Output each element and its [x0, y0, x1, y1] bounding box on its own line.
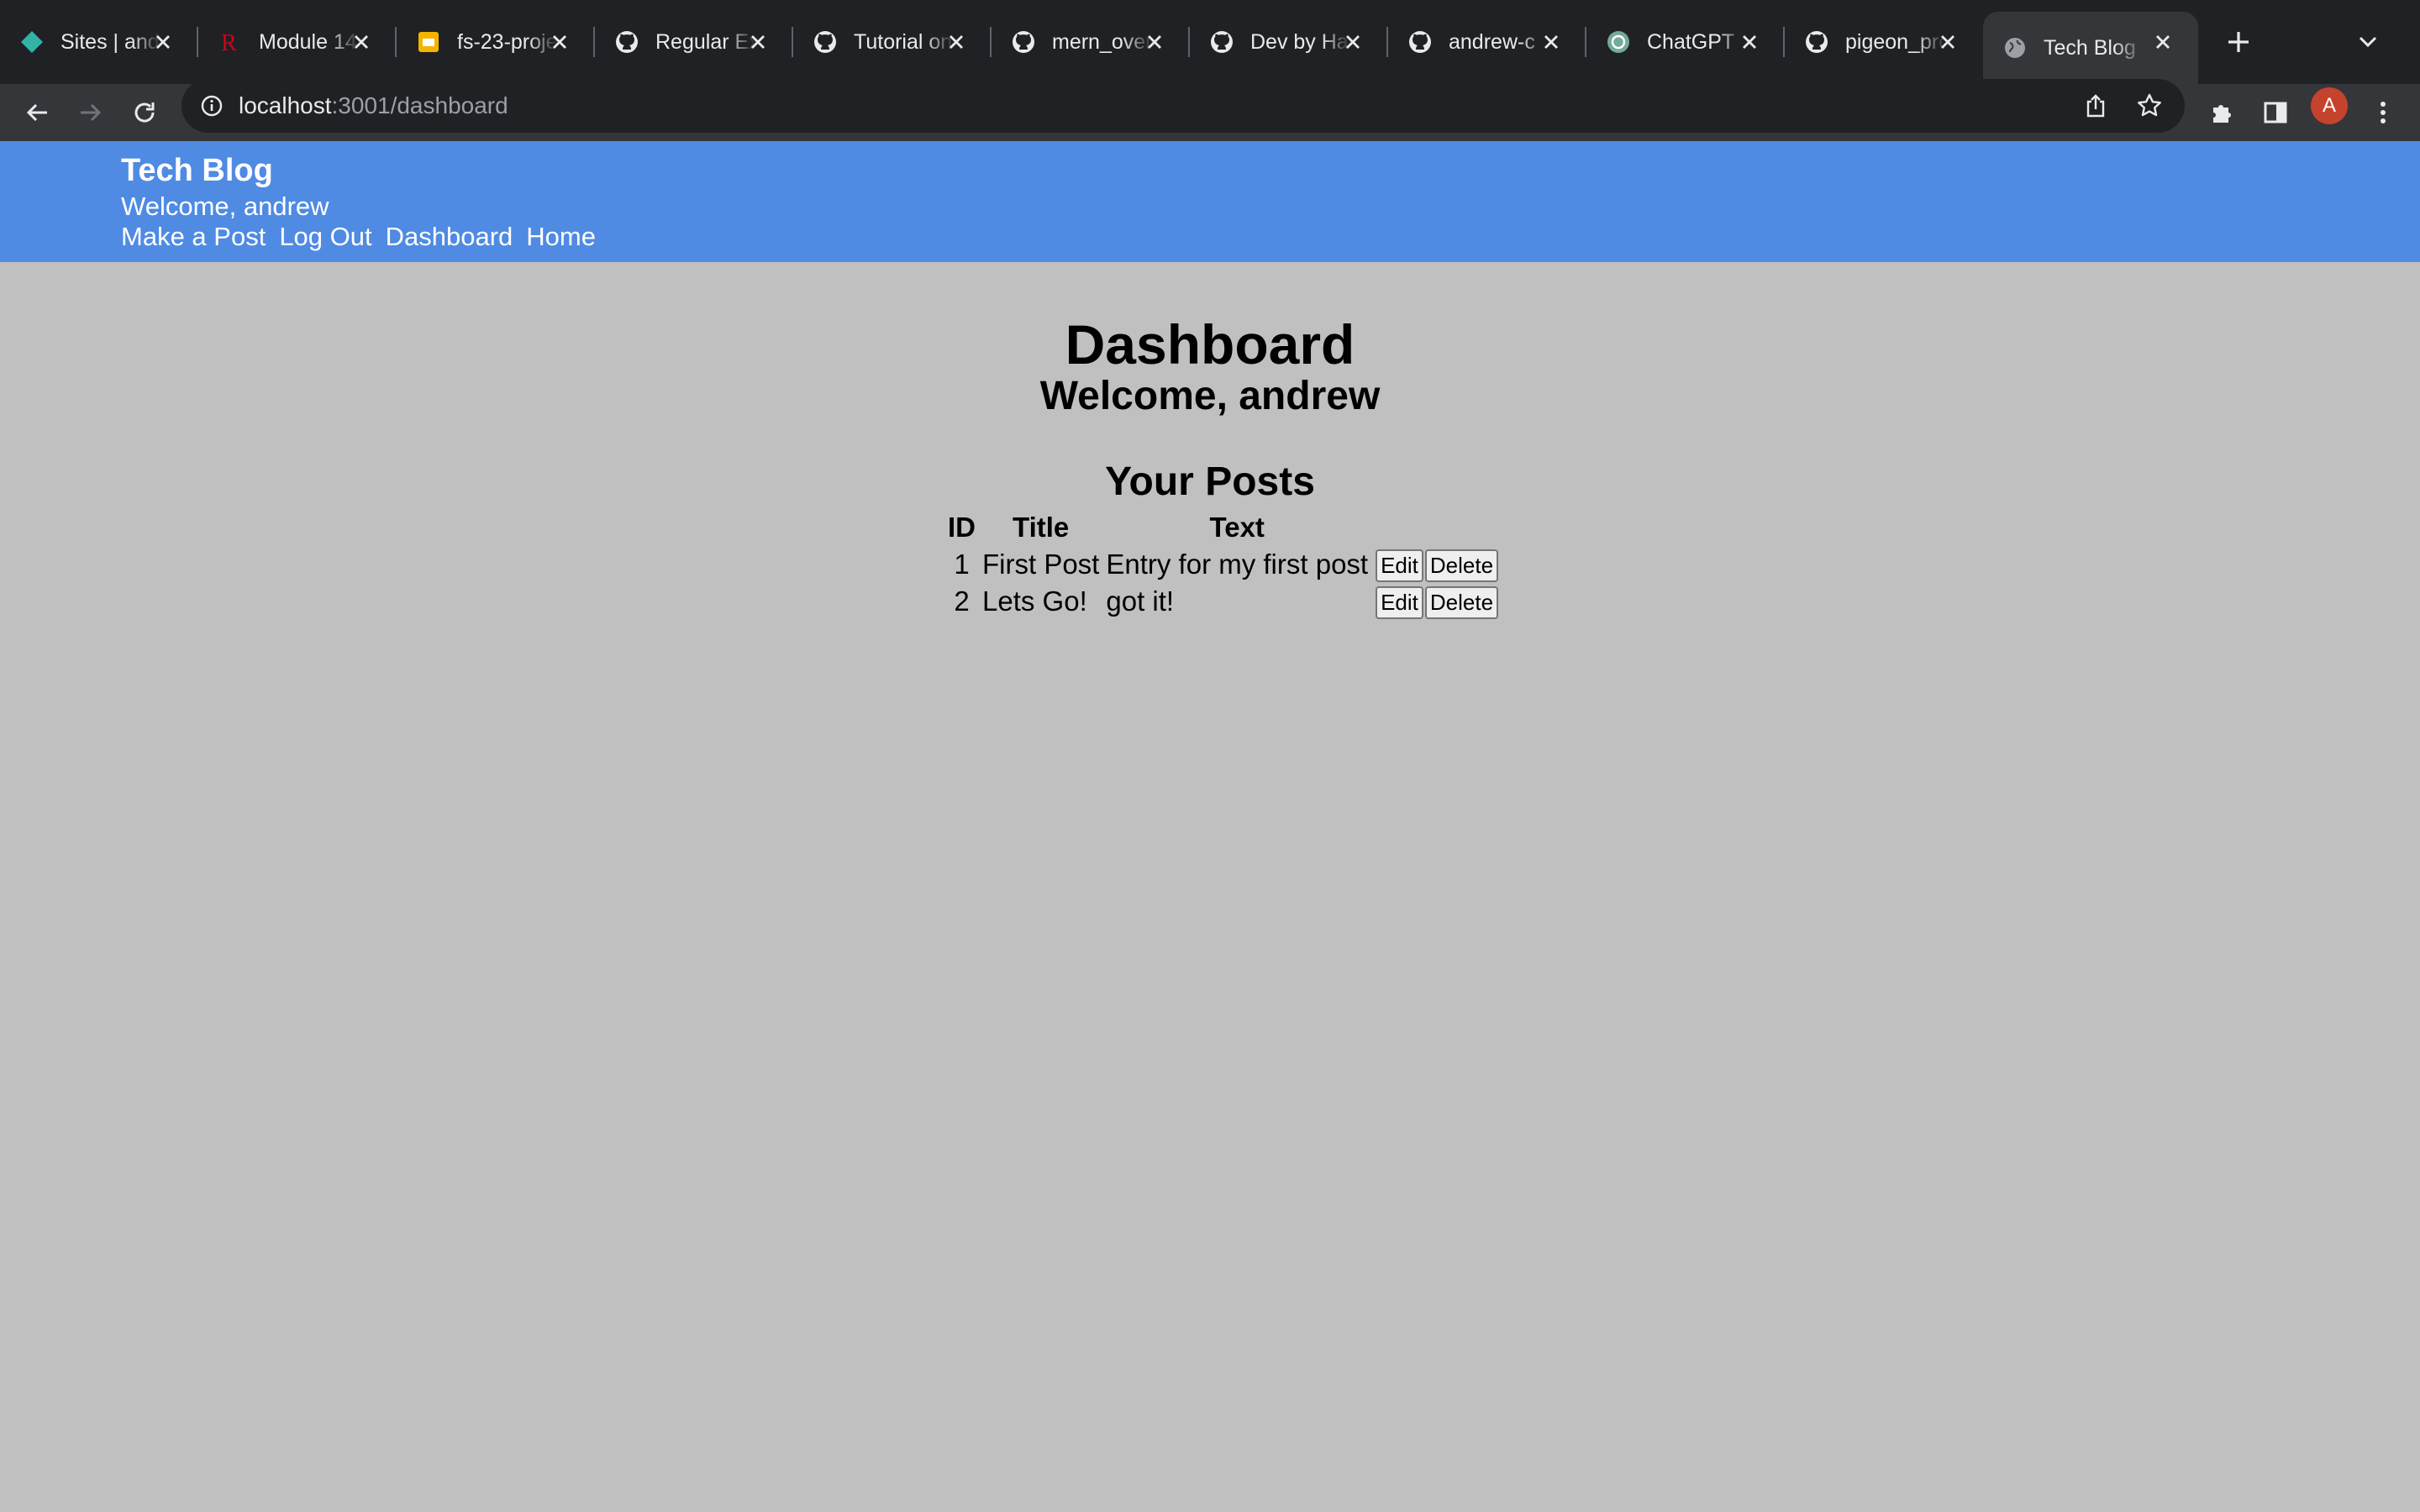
tab-title: pigeon_project [1845, 29, 1946, 54]
tab-search-button[interactable] [2349, 25, 2386, 59]
extensions-icon[interactable] [2203, 94, 2240, 131]
github-icon [1803, 29, 1830, 55]
bookmark-star-icon[interactable] [2134, 91, 2165, 121]
github-icon [812, 29, 839, 55]
close-tab-icon[interactable] [943, 29, 970, 55]
dashboard-welcome: Welcome, andrew [1039, 374, 1381, 418]
netlify-icon [18, 29, 45, 55]
tab-title: Regular Expressions [655, 29, 756, 54]
close-tab-icon[interactable] [1339, 29, 1366, 55]
reload-icon [134, 102, 155, 123]
column-header-text: Text [1209, 512, 1265, 543]
browser-tab[interactable]: andrew-c [1388, 12, 1586, 72]
new-tab-button[interactable] [2218, 22, 2259, 62]
close-tab-icon[interactable] [1141, 29, 1168, 55]
table-row: 2 Lets Go! got it! Edit Delete [944, 583, 1502, 620]
arrow-right-icon [81, 103, 102, 122]
chatgpt-icon [1605, 29, 1632, 55]
browser-tab[interactable]: Sites | andrew [0, 12, 198, 72]
your-posts-heading: Your Posts [1105, 459, 1315, 504]
nav-log-out[interactable]: Log Out [279, 222, 371, 252]
close-tab-icon[interactable] [1934, 29, 1961, 55]
column-header-actions [1371, 509, 1502, 546]
tab-title: ChatGPT [1647, 29, 1735, 54]
close-tab-icon[interactable] [546, 29, 573, 55]
forward-button[interactable] [71, 92, 111, 133]
close-tab-icon[interactable] [2149, 29, 2176, 55]
url-path: :3001/dashboard [331, 92, 508, 118]
edit-button[interactable]: Edit [1376, 585, 1423, 619]
nav-make-a-post[interactable]: Make a Post [121, 222, 266, 252]
column-header-id: ID [948, 512, 976, 543]
browser-tab[interactable]: Tutorial on [793, 12, 992, 72]
site-info-icon[interactable] [198, 92, 225, 119]
close-tab-icon[interactable] [150, 29, 176, 55]
browser-tab-bar: Sites | andrew R Module 14 fs-23-project Reg… [0, 0, 2420, 84]
nav-dashboard[interactable]: Dashboard [386, 222, 513, 252]
table-row: 1 First Post Entry for my first post Edi… [944, 546, 1502, 583]
site-nav: Make a Post Log Out Dashboard Home [121, 222, 609, 252]
site-title[interactable]: Tech Blog [121, 153, 273, 189]
r-logo-icon: R [217, 29, 244, 55]
more-menu-icon[interactable] [2365, 94, 2402, 131]
post-title: First Post [982, 549, 1100, 580]
reload-button[interactable] [124, 92, 165, 133]
browser-tab[interactable]: mern_overview [992, 12, 1190, 72]
tab-title: Tech Blog [2044, 35, 2136, 60]
github-icon [1010, 29, 1037, 55]
column-header-title: Title [1013, 512, 1070, 543]
url-host: localhost [239, 92, 332, 118]
tab-title: Sites | andrew [60, 29, 161, 54]
tab-title: Module 14 [259, 29, 357, 54]
close-tab-icon[interactable] [348, 29, 375, 55]
svg-text:R: R [221, 30, 237, 55]
close-tab-icon[interactable] [1538, 29, 1565, 55]
browser-tab[interactable]: ChatGPT [1586, 12, 1785, 72]
edit-button[interactable]: Edit [1376, 549, 1423, 582]
profile-avatar[interactable]: A [2311, 87, 2348, 124]
post-actions: Edit Delete [1371, 583, 1502, 620]
browser-tab[interactable]: Dev by Hand [1190, 12, 1388, 72]
site-welcome-text: Welcome, andrew [121, 192, 329, 221]
tab-title: fs-23-project [457, 29, 558, 54]
browser-tab[interactable]: Regular Expressions [595, 12, 793, 72]
tab-title: mern_overview [1052, 29, 1153, 54]
address-bar[interactable]: localhost:3001/dashboard [182, 79, 2185, 133]
posts-table-header: ID Title Text [944, 509, 1502, 546]
browser-tab[interactable]: Tech Blog [1983, 12, 2198, 84]
close-tab-icon[interactable] [744, 29, 771, 55]
chevron-down-icon [2359, 36, 2377, 48]
globe-icon [2002, 34, 2028, 61]
nav-home[interactable]: Home [526, 222, 596, 252]
tab-title: Tutorial on [854, 29, 953, 54]
post-id: 2 [954, 585, 970, 617]
browser-tab[interactable]: pigeon_project [1785, 12, 1983, 72]
url-text[interactable]: localhost:3001/dashboard [239, 92, 508, 119]
post-text: Entry for my first post [1106, 549, 1369, 580]
browser-tab[interactable]: fs-23-project [397, 12, 595, 72]
side-panel-icon[interactable] [2257, 94, 2294, 131]
share-icon[interactable] [2081, 91, 2111, 121]
tab-title: Dev by Hand [1250, 29, 1351, 54]
browser-tab[interactable]: R Module 14 [198, 12, 397, 72]
delete-button[interactable]: Delete [1424, 585, 1499, 619]
posts-table: ID Title Text 1 First Post Entry for my … [944, 509, 1502, 620]
github-icon [1208, 29, 1235, 55]
arrow-left-icon [26, 103, 47, 122]
close-tab-icon[interactable] [1736, 29, 1763, 55]
delete-button[interactable]: Delete [1424, 549, 1499, 582]
dashboard-heading: Dashboard [1065, 313, 1355, 375]
back-button[interactable] [17, 92, 57, 133]
post-title: Lets Go! [982, 585, 1087, 617]
post-actions: Edit Delete [1371, 546, 1502, 583]
github-icon [613, 29, 640, 55]
tab-title: andrew-c [1449, 29, 1535, 54]
slides-icon [415, 29, 442, 55]
plus-icon [2228, 32, 2249, 52]
github-icon [1407, 29, 1434, 55]
post-text: got it! [1106, 585, 1175, 617]
post-id: 1 [954, 549, 970, 580]
